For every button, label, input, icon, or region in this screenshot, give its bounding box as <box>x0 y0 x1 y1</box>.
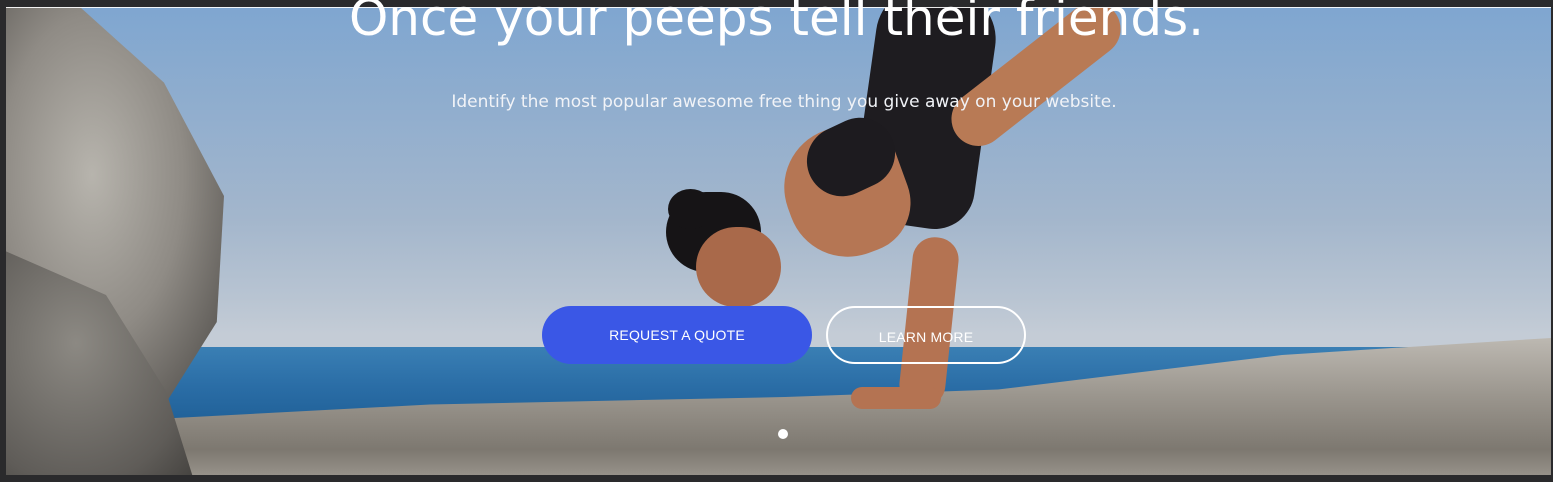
request-quote-button[interactable]: REQUEST A QUOTE <box>542 306 812 364</box>
carousel-dots <box>778 429 788 439</box>
figure-hand <box>851 387 941 409</box>
carousel-dot-active[interactable] <box>778 429 788 439</box>
figure-head <box>696 227 781 307</box>
hero-subtitle: Identify the most popular awesome free t… <box>451 92 1117 112</box>
hero-banner <box>6 7 1551 475</box>
figure-bun <box>668 189 713 229</box>
hero-title: Once your peeps tell their friends. <box>348 0 1205 47</box>
learn-more-button[interactable]: LEARN MORE <box>826 306 1026 364</box>
